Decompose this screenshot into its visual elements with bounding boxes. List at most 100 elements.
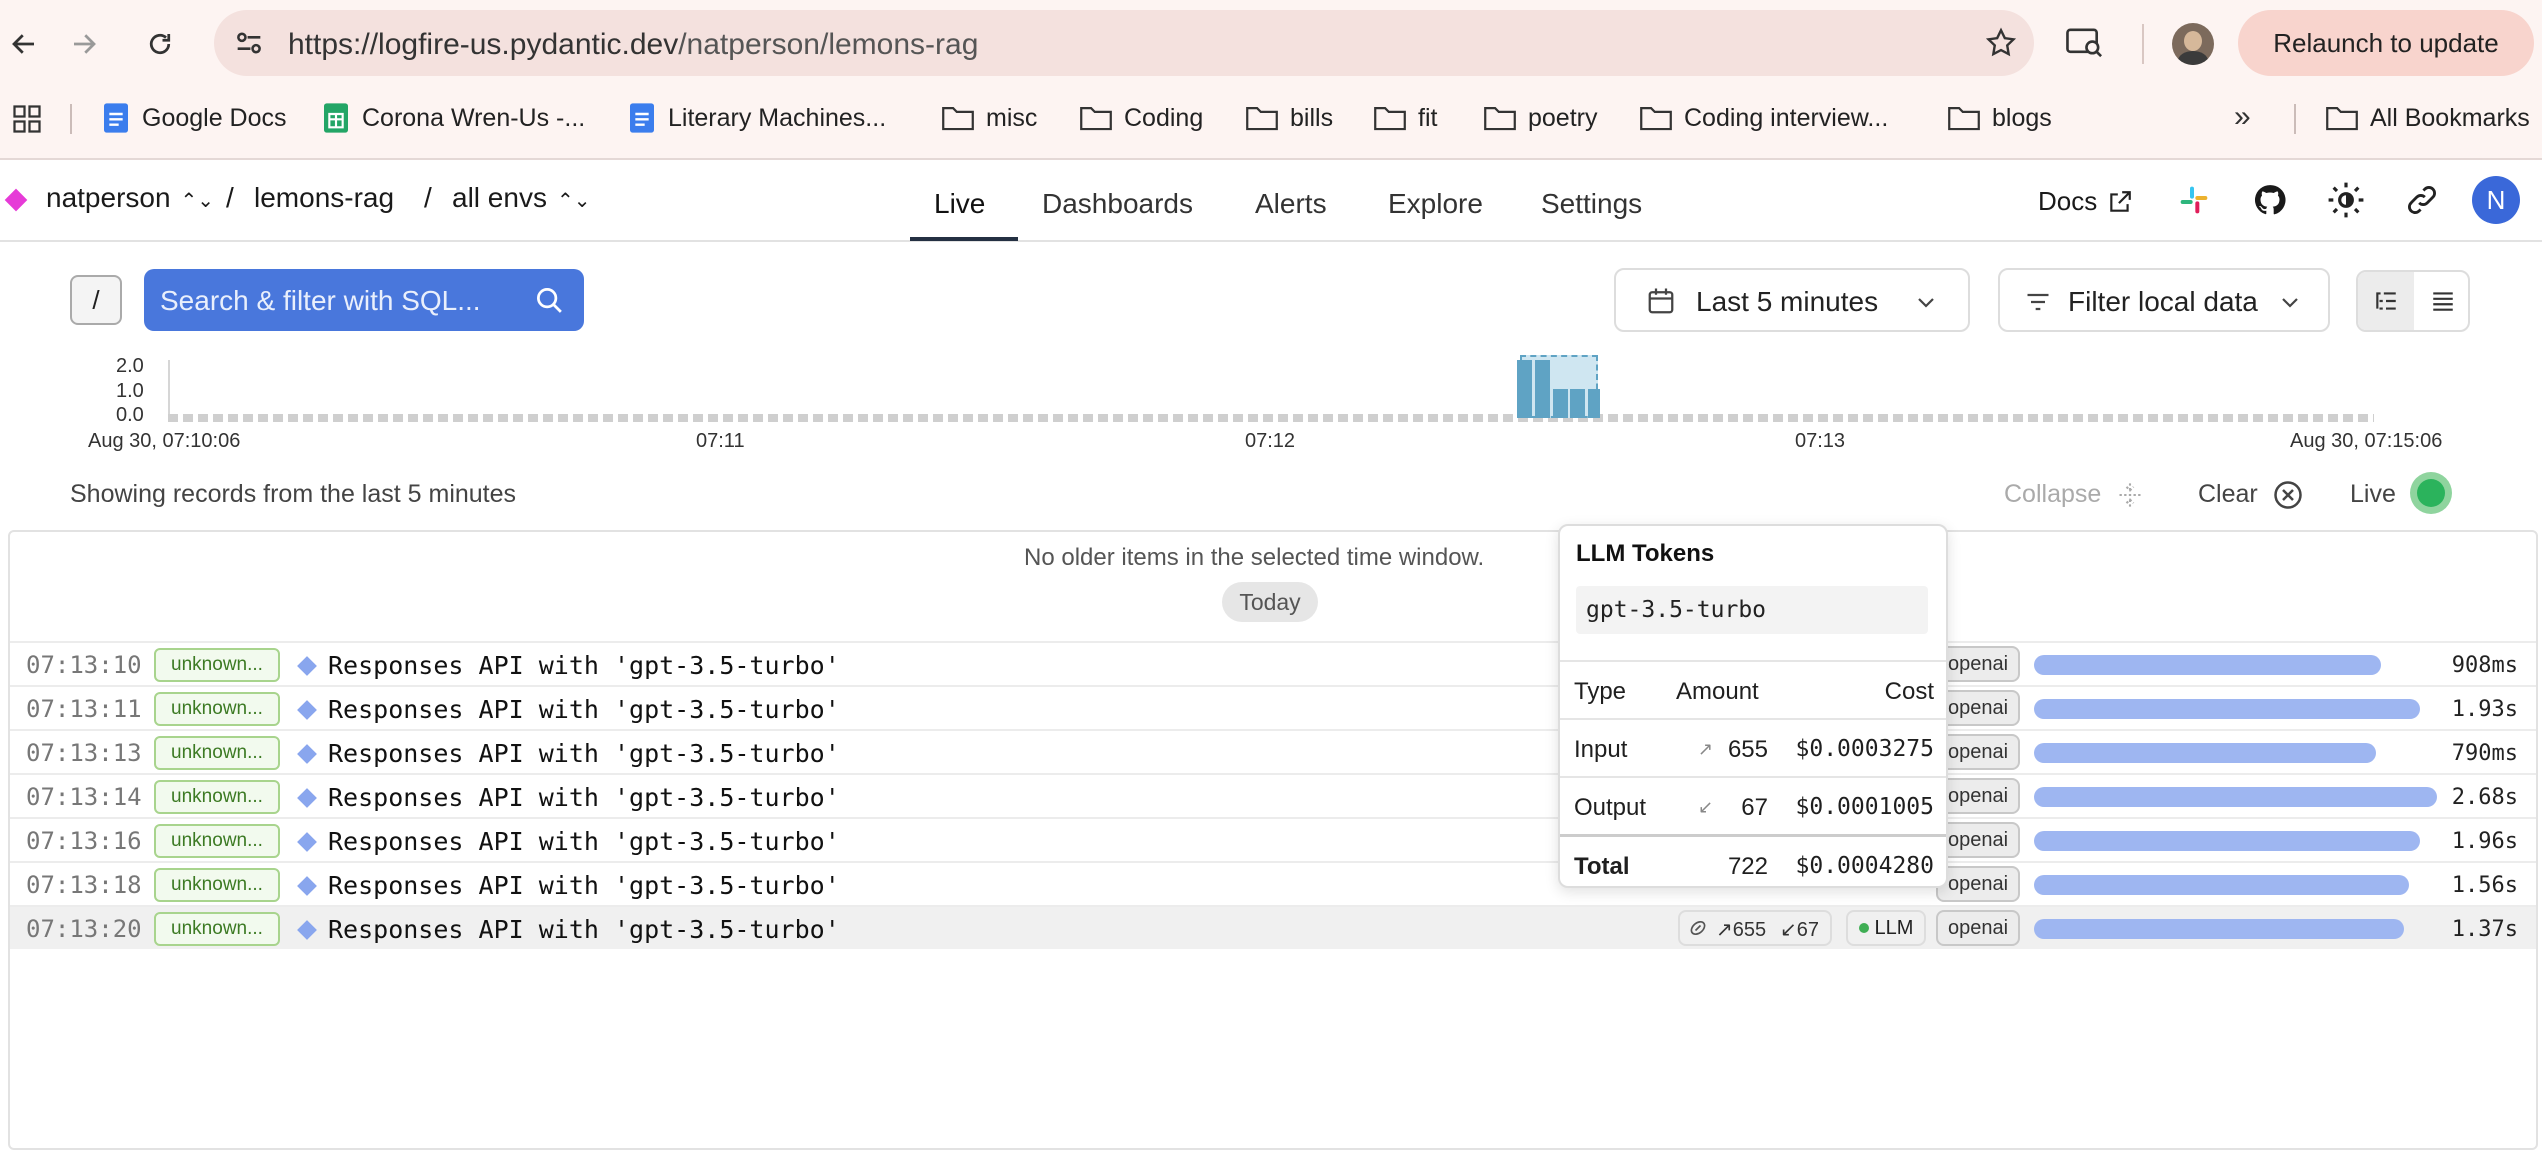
- token-usage-pill[interactable]: ↗655 ↙67: [1678, 910, 1832, 946]
- table-row[interactable]: 07:13:20 unknown... Responses API with 'gp…: [10, 905, 2536, 949]
- bookmark-item[interactable]: misc: [942, 100, 1037, 136]
- back-icon[interactable]: [0, 20, 48, 68]
- filter-local-data-dropdown[interactable]: Filter local data: [1998, 268, 2330, 332]
- service-badge[interactable]: unknown...: [154, 736, 280, 770]
- org-switcher[interactable]: natperson ⌃⌄: [46, 182, 214, 214]
- org-name: natperson: [46, 182, 171, 213]
- tag-badge[interactable]: openai: [1936, 866, 2020, 902]
- row-timestamp: 07:13:11: [26, 695, 142, 723]
- col-cost: Cost: [1884, 678, 1934, 705]
- chevron-updown-icon: ⌃⌄: [180, 190, 215, 212]
- site-settings-icon[interactable]: [232, 26, 266, 65]
- bookmark-item[interactable]: Corona Wren-Us -...: [322, 100, 585, 136]
- bookmark-star-icon[interactable]: [1984, 26, 2018, 65]
- span-kind-icon: [297, 788, 317, 808]
- token-type: Total: [1574, 853, 1630, 880]
- google-docs-icon: [104, 103, 128, 133]
- duration-bar: [2034, 787, 2438, 807]
- tag-badge[interactable]: openai: [1936, 690, 2020, 726]
- tree-view-button[interactable]: [2358, 272, 2414, 330]
- chevron-down-icon: [1918, 298, 1934, 308]
- collapse-button[interactable]: Collapse: [2004, 480, 2144, 509]
- token-amount: 722: [1727, 853, 1768, 880]
- tag-badge[interactable]: openai: [1936, 822, 2020, 858]
- service-badge[interactable]: unknown...: [154, 692, 280, 726]
- apps-grid-icon[interactable]: [12, 104, 42, 139]
- github-icon[interactable]: [2250, 180, 2290, 220]
- tab-search-icon[interactable]: [2066, 26, 2104, 65]
- tab-explore[interactable]: Explore: [1388, 188, 1483, 220]
- histogram-bar: [1553, 389, 1568, 418]
- all-bookmarks-label: All Bookmarks: [2370, 103, 2530, 132]
- live-toggle-label[interactable]: Live: [2350, 480, 2396, 509]
- folder-icon: [1948, 107, 1980, 131]
- google-sheets-icon: [324, 103, 348, 133]
- row-duration: 1.56s: [2451, 873, 2518, 898]
- tag-badge[interactable]: openai: [1936, 734, 2020, 770]
- project-link[interactable]: lemons-rag: [254, 182, 394, 214]
- theme-toggle-icon[interactable]: [2326, 180, 2366, 220]
- table-row[interactable]: 07:13:13 unknown... Responses API with 'gp…: [10, 729, 2536, 773]
- env-switcher[interactable]: all envs ⌃⌄: [452, 182, 590, 214]
- bookmark-item[interactable]: blogs: [1948, 100, 2052, 136]
- copy-link-icon[interactable]: [2402, 180, 2442, 220]
- bookmark-item[interactable]: poetry: [1484, 100, 1597, 136]
- tab-live[interactable]: Live: [934, 188, 985, 220]
- table-row[interactable]: 07:13:14 unknown... Responses API with 'gp…: [10, 773, 2536, 817]
- slack-icon[interactable]: [2174, 180, 2214, 220]
- more-bookmarks-button[interactable]: »: [2234, 100, 2251, 134]
- tab-settings[interactable]: Settings: [1541, 188, 1642, 220]
- tag-badge[interactable]: openai: [1936, 778, 2020, 814]
- docs-link[interactable]: Docs: [2038, 186, 2133, 217]
- row-message: Responses API with 'gpt-3.5-turbo': [328, 915, 840, 944]
- relaunch-button[interactable]: Relaunch to update: [2238, 10, 2534, 76]
- service-badge[interactable]: unknown...: [154, 780, 280, 814]
- bookmark-item[interactable]: Coding interview...: [1640, 100, 1888, 136]
- reload-icon[interactable]: [136, 20, 184, 68]
- live-indicator-icon[interactable]: [2410, 472, 2452, 514]
- tab-alerts[interactable]: Alerts: [1255, 188, 1327, 220]
- clear-button[interactable]: Clear: [2198, 480, 2303, 510]
- close-circle-icon: [2273, 481, 2302, 510]
- tab-dashboards[interactable]: Dashboards: [1042, 188, 1193, 220]
- bookmark-item[interactable]: fit: [1374, 100, 1437, 136]
- service-badge[interactable]: unknown...: [154, 648, 280, 682]
- row-timestamp: 07:13:16: [26, 827, 142, 855]
- table-row[interactable]: 07:13:10 unknown... Responses API with 'gp…: [10, 641, 2536, 685]
- service-badge[interactable]: unknown...: [154, 868, 280, 902]
- service-badge[interactable]: unknown...: [154, 912, 280, 946]
- user-avatar[interactable]: N: [2472, 176, 2520, 224]
- flat-list-view-button[interactable]: [2416, 272, 2470, 330]
- logfire-logo[interactable]: [4, 188, 28, 212]
- tokens-out: ↙67: [1780, 919, 1820, 941]
- search-placeholder: Search & filter with SQL...: [160, 285, 481, 316]
- bookmark-item[interactable]: Coding: [1080, 100, 1203, 136]
- docs-label: Docs: [2038, 186, 2098, 216]
- llm-badge[interactable]: LLM: [1846, 910, 1926, 946]
- col-amount: Amount: [1676, 678, 1759, 705]
- row-message: Responses API with 'gpt-3.5-turbo': [328, 783, 840, 812]
- bookmark-item[interactable]: bills: [1246, 100, 1333, 136]
- token-arrow-icon: ↗: [1698, 739, 1714, 759]
- row-message: Responses API with 'gpt-3.5-turbo': [328, 739, 840, 768]
- time-range-dropdown[interactable]: Last 5 minutes: [1614, 268, 1970, 332]
- bookmark-item[interactable]: Google Docs: [102, 100, 287, 136]
- table-row[interactable]: 07:13:18 unknown... Responses API with 'gp…: [10, 861, 2536, 905]
- table-row[interactable]: 07:13:16 unknown... Responses API with 'gp…: [10, 817, 2536, 861]
- histogram-bar: [1588, 389, 1600, 418]
- address-bar[interactable]: https://logfire-us.pydantic.dev/natperso…: [214, 10, 2034, 76]
- profile-avatar[interactable]: [2172, 23, 2214, 65]
- tag-badge[interactable]: openai: [1936, 910, 2020, 946]
- tag-badge[interactable]: openai: [1936, 646, 2020, 682]
- time-range-label: Last 5 minutes: [1696, 286, 1879, 317]
- table-row[interactable]: 07:13:11 unknown... Responses API with 'gp…: [10, 685, 2536, 729]
- histogram-baseline: [168, 414, 2374, 422]
- all-bookmarks[interactable]: All Bookmarks: [2326, 100, 2530, 136]
- forward-icon[interactable]: [60, 20, 108, 68]
- histogram-bar: [1517, 360, 1532, 418]
- breadcrumb-sep: /: [424, 182, 432, 213]
- url-host: https://logfire-us.pydantic.dev: [288, 28, 679, 61]
- bookmark-item[interactable]: Literary Machines...: [628, 100, 886, 136]
- service-badge[interactable]: unknown...: [154, 824, 280, 858]
- sql-search-input[interactable]: Search & filter with SQL...: [144, 269, 584, 331]
